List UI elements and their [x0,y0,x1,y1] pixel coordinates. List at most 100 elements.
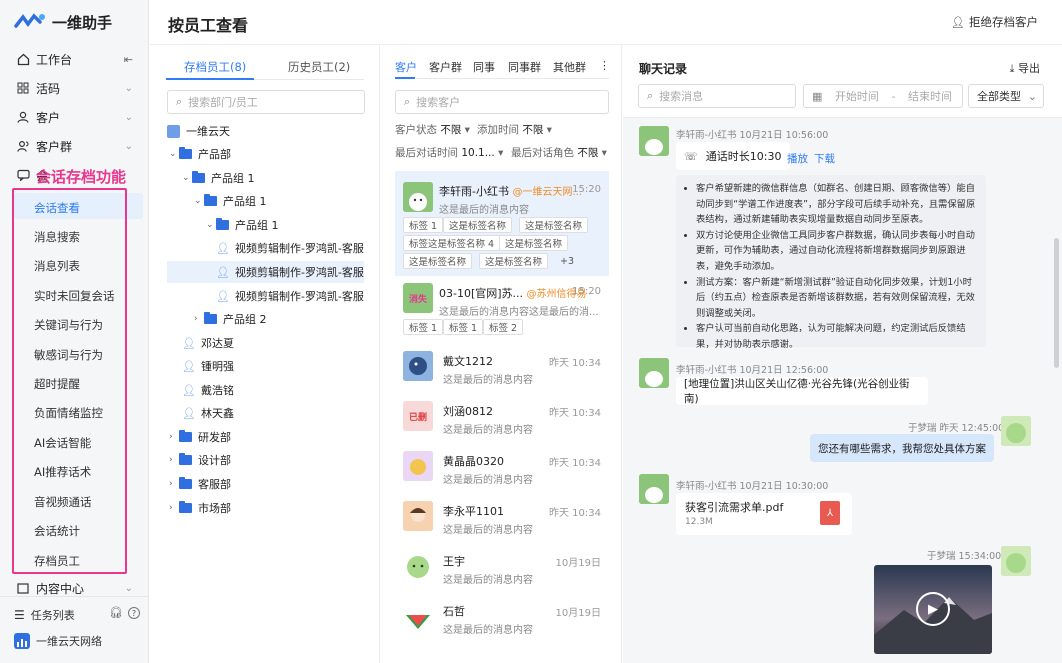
app-window: 一维助手 工作台 ⇤ 活码 ⌄ 客户 ⌄ 客户群 ⌄ 会 会话存档功能 会话查看… [0,0,1062,663]
customer-item[interactable]: 戴文1212 昨天 10:34 这是最后的消息内容 [395,345,609,391]
caret-right-icon: › [194,314,198,324]
tree-root[interactable]: 一维云天 [167,120,367,142]
nav-content-center[interactable]: 内容中心 ⌄ [0,578,149,598]
play-link[interactable]: 播放 [787,151,808,166]
filter-add-time[interactable]: 添加时间 不限 ▾ [477,122,552,137]
tree-staff[interactable]: 👤︎ 视频剪辑制作-罗鸿凯-客服小录 [216,237,364,259]
filter-label: 最后对话时间 [395,147,458,159]
collapse-icon[interactable]: ⇤ [124,53,133,66]
tag: 标签 1 [443,319,484,335]
customer-item[interactable]: 李永平1101 昨天 10:34 这是最后的消息内容 [395,495,609,541]
tree-label: 设计部 [198,454,231,467]
message-meta: 李轩雨-小红书 10月21日 12:56:00 [676,365,829,376]
phone-icon: ☏ [684,149,698,163]
org-switcher[interactable]: 一维云天网络 [14,633,102,649]
customer-avatar [403,601,433,631]
tree-node-design[interactable]: › 设计部 [169,449,369,471]
tree-label: 客服部 [198,478,231,491]
customer-item-selected[interactable]: 李轩雨-小红书 @一维云天网... 15:20 这是最后的消息内容 标签 1 这… [395,171,609,276]
location-bubble[interactable]: [地理位置]洪山区关山亿德·光谷先锋(光谷创业街南) [676,377,928,405]
chevron-down-icon: ⌄ [124,111,133,123]
customer-item[interactable]: 王宇 10月19日 这是最后的消息内容 [395,545,609,591]
customer-name: 石哲 [443,605,465,618]
tag: 标签这是标签名称 4 [403,235,501,251]
filter-customer-status[interactable]: 客户状态 不限 ▾ [395,122,470,137]
tree-label: 产品部 [198,148,231,161]
folder-icon [216,218,229,230]
tree-staff-selected[interactable]: 👤︎ 视频剪辑制作-罗鸿凯-客服小录 [167,261,364,283]
tree-node-service[interactable]: › 客服部 [169,473,369,495]
tree-label: 邓达夏 [200,337,234,350]
date-range-picker[interactable]: ▦ 开始时间 - 结束时间 [803,84,963,108]
filter-value: 不限 [522,124,544,136]
customer-item[interactable]: 石哲 10月19日 这是最后的消息内容 [395,595,609,641]
tree-staff[interactable]: 👤︎ 视频剪辑制作-罗鸿凯-客服小录 [216,285,364,307]
tree-node-dev[interactable]: › 研发部 [169,426,369,448]
tree-node-market[interactable]: › 市场部 [169,497,369,519]
filter-last-time[interactable]: 最后对话时间 10.1... ▾ [395,145,503,160]
download-link[interactable]: 下载 [814,151,835,166]
tab-colleague[interactable]: 同事 [473,59,495,75]
message-search-input[interactable]: ⌕ 搜索消息 [638,84,796,108]
nav-label: 内容中心 [36,581,85,596]
tree-node-group1-sub2[interactable]: ⌄ 产品组 1 [206,214,376,236]
caret-right-icon: › [169,432,173,442]
help-icon[interactable]: ? [128,607,140,619]
tree-staff[interactable]: 👤︎ 锺明强 [182,355,362,377]
customer-time: 昨天 10:34 [549,408,601,419]
message-type-select[interactable]: 全部类型 ⌄ [968,84,1044,108]
self-avatar [1001,546,1031,576]
tree-node-group1-sub[interactable]: ⌄ 产品组 1 [194,190,374,212]
tree-node-product[interactable]: ⌄ 产品部 [169,143,369,165]
headset-icon[interactable]: 🎧︎ [109,606,123,619]
nav-livecode[interactable]: 活码 ⌄ [0,74,149,102]
search-icon: ⌕ [647,89,654,102]
tab-archived-staff[interactable]: 存档员工(8) [184,59,246,75]
nav-customer[interactable]: 客户 ⌄ [0,103,149,131]
file-bubble[interactable]: 获客引流需求单.pdf 12.3M ⅄ [676,493,852,535]
customer-last-msg: 这是最后的消息内容 [439,205,529,216]
tab-customer-group[interactable]: 客户群 [429,59,462,75]
app-logo[interactable]: 一维助手 [14,10,112,34]
nav-workbench[interactable]: 工作台 ⇤ [0,45,149,73]
tab-active-indicator [395,77,415,79]
customer-item[interactable]: 已删 刘涵0812 昨天 10:34 这是最后的消息内容 [395,395,609,441]
summary-bubble: 客户希望新建的微信群信息（如群名、创建日期、顾客微信等）能自动同步到“学谱工作进… [676,175,986,350]
caret-down-icon: ⌄ [206,220,214,230]
tree-label: 一维云天 [186,125,230,138]
video-thumbnail[interactable]: ▶ [874,565,992,654]
reject-archive-button[interactable]: 👤︎ 拒绝存档客户 [951,14,1038,30]
tree-staff[interactable]: 👤︎ 林天鑫 [182,402,362,424]
tab-other-group[interactable]: 其他群 [553,59,586,75]
tag: 这是标签名称 [519,217,589,233]
person-icon: 👤︎ [182,406,196,420]
nav-customer-group[interactable]: 客户群 ⌄ [0,132,149,160]
folder-icon [179,147,192,159]
tree-staff[interactable]: 👤︎ 戴浩铭 [182,379,362,401]
filter-last-role[interactable]: 最后对话角色 不限 ▾ [511,145,607,160]
search-placeholder: 搜索部门/员工 [188,96,258,109]
tab-customer[interactable]: 客户 [395,59,417,75]
tab-history-staff[interactable]: 历史员工(2) [288,59,350,75]
play-icon[interactable]: ▶ [916,592,950,626]
customer-item[interactable]: 消失 03-10[官网]苏... @苏州信得易 15:20 这是最后的消息内容这… [395,281,609,341]
customer-item[interactable]: 黄晶晶0320 昨天 10:34 这是最后的消息内容 [395,445,609,491]
export-button[interactable]: ⤓ 导出 [1010,60,1040,76]
more-tabs-icon[interactable]: ⋮ [599,59,610,72]
task-list-link[interactable]: ☰ 任务列表 [14,607,75,623]
tab-colleague-group[interactable]: 同事群 [508,59,541,75]
staff-search-input[interactable]: ⌕ 搜索部门/员工 [167,90,365,114]
folder-icon [192,171,205,183]
tree-node-group1[interactable]: ⌄ 产品组 1 [182,167,372,189]
customer-search-input[interactable]: ⌕ 搜索客户 [395,90,609,114]
scrollbar[interactable] [1054,238,1059,368]
org-logo-icon [14,633,30,649]
pdf-file-icon: ⅄ [820,501,840,525]
person-icon: 👤︎ [182,336,196,350]
tree-node-group2[interactable]: › 产品组 2 [194,308,374,330]
tree-staff[interactable]: 👤︎ 邓达夏 [182,332,362,354]
tag-more[interactable]: +3 [555,253,579,269]
tag: 这是标签名称 [443,217,513,233]
customer-avatar [403,551,433,581]
person-icon: 👤︎ [182,383,196,397]
